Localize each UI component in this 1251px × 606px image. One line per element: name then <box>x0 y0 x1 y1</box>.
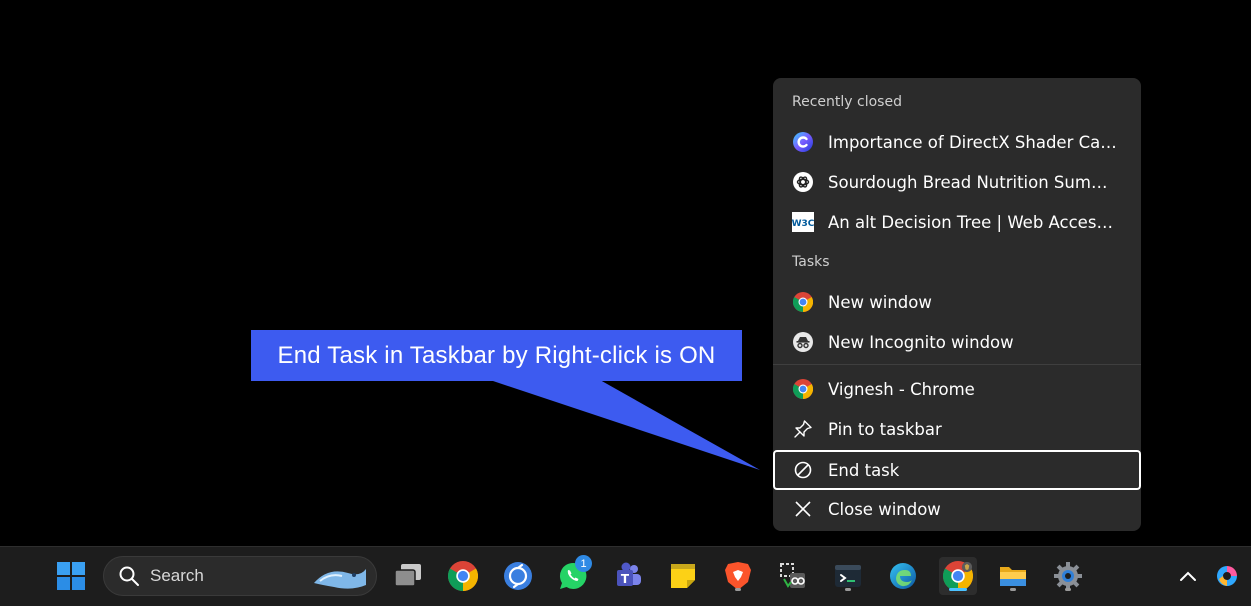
recent-item-label: An alt Decision Tree | Web Accessi... <box>828 212 1118 232</box>
task-label: New Incognito window <box>828 332 1014 352</box>
task-view-icon <box>394 564 421 587</box>
callout-label: End Task in Taskbar by Right-click is ON <box>251 330 742 381</box>
taskbar-snipping-tool[interactable] <box>774 557 812 595</box>
sync-icon <box>504 562 532 590</box>
running-indicator <box>845 588 851 591</box>
running-indicator <box>1010 588 1016 591</box>
svg-text:W3C: W3C <box>792 219 814 229</box>
copilot-tray-icon <box>1217 566 1237 586</box>
search-icon <box>119 566 139 586</box>
taskbar-terminal[interactable] <box>829 557 867 595</box>
taskbar-sync-app[interactable] <box>499 557 537 595</box>
app-item-label: Close window <box>828 499 941 519</box>
sticky-notes-icon <box>671 564 695 588</box>
taskbar-chrome-active[interactable] <box>939 557 977 595</box>
brave-icon <box>725 562 751 590</box>
task-view-button[interactable] <box>389 557 427 595</box>
chrome-icon <box>792 291 814 313</box>
taskbar-chrome[interactable] <box>444 557 482 595</box>
chrome-jump-list-menu: Recently closed Importance of DirectX Sh… <box>773 78 1141 531</box>
recent-item-w3c[interactable]: W3C An alt Decision Tree | Web Accessi..… <box>773 202 1141 242</box>
edge-icon <box>890 563 916 589</box>
running-indicator <box>735 588 741 591</box>
end-task-icon <box>792 459 814 481</box>
snipping-tool-icon <box>780 563 805 588</box>
incognito-icon <box>792 331 814 353</box>
chevron-up-icon <box>1180 571 1196 581</box>
settings-icon <box>1054 562 1082 590</box>
chrome-icon <box>448 561 478 591</box>
recent-item-directx[interactable]: Importance of DirectX Shader Cac... <box>773 122 1141 162</box>
taskbar-brave[interactable] <box>719 557 757 595</box>
app-item-label: Vignesh - Chrome <box>828 379 975 399</box>
search-input[interactable]: Search <box>103 556 377 596</box>
teams-icon: T <box>617 562 641 586</box>
copilot-tray-button[interactable] <box>1208 557 1246 595</box>
terminal-icon <box>835 565 861 587</box>
chatgpt-icon <box>792 171 814 193</box>
recently-closed-header: Recently closed <box>792 94 902 110</box>
end-task[interactable]: End task <box>773 450 1141 490</box>
taskbar-edge[interactable] <box>884 557 922 595</box>
close-icon <box>792 498 814 520</box>
start-icon <box>57 562 85 590</box>
taskbar-sticky-notes[interactable] <box>664 557 702 595</box>
chrome-active-icon <box>943 561 973 591</box>
taskbar-whatsapp[interactable]: 1 <box>554 555 592 595</box>
taskbar-teams[interactable]: T <box>609 557 647 595</box>
search-label: Search <box>150 566 204 585</box>
search-highlight-icon <box>314 569 366 589</box>
menu-separator <box>773 364 1141 365</box>
svg-text:T: T <box>621 572 630 586</box>
taskbar-settings[interactable] <box>1049 557 1087 595</box>
active-indicator <box>949 588 967 591</box>
pin-to-taskbar[interactable]: Pin to taskbar <box>773 409 1141 449</box>
tasks-header: Tasks <box>792 254 830 270</box>
copilot-icon <box>792 131 814 153</box>
task-new-window[interactable]: New window <box>773 282 1141 322</box>
recent-item-label: Sourdough Bread Nutrition Summ... <box>828 172 1118 192</box>
recent-item-sourdough[interactable]: Sourdough Bread Nutrition Summ... <box>773 162 1141 202</box>
close-window[interactable]: Close window <box>773 489 1141 529</box>
task-new-incognito-window[interactable]: New Incognito window <box>773 322 1141 362</box>
app-item-label: Pin to taskbar <box>828 419 942 439</box>
app-item-vignesh-chrome[interactable]: Vignesh - Chrome <box>773 369 1141 409</box>
file-explorer-icon <box>1000 567 1026 586</box>
start-button[interactable] <box>52 557 90 595</box>
pin-icon <box>792 418 814 440</box>
chrome-profile-icon <box>792 378 814 400</box>
task-label: New window <box>828 292 932 312</box>
recent-item-label: Importance of DirectX Shader Cac... <box>828 132 1118 152</box>
w3c-icon: W3C <box>792 211 814 233</box>
taskbar: Search 1 T <box>0 546 1251 606</box>
notification-badge: 1 <box>575 555 592 572</box>
app-item-label: End task <box>828 460 900 480</box>
taskbar-file-explorer[interactable] <box>994 557 1032 595</box>
show-hidden-icons-button[interactable] <box>1169 557 1207 595</box>
running-indicator <box>1065 588 1071 591</box>
